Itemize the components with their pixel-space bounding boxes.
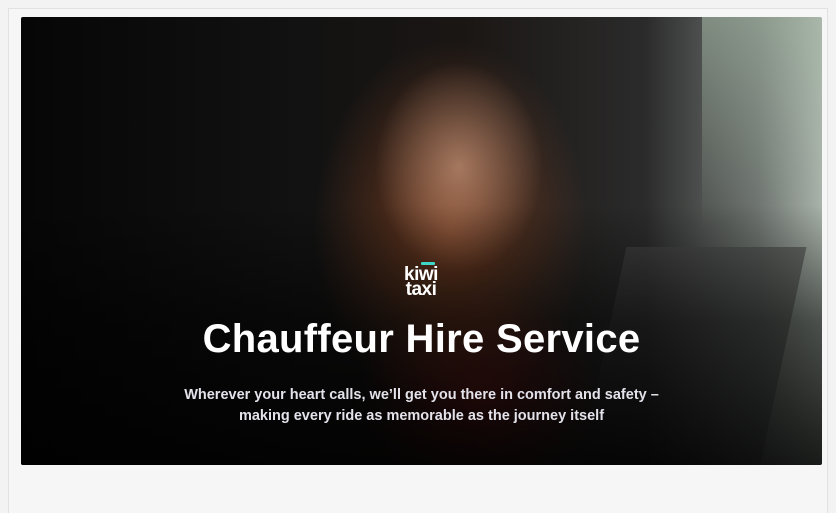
hero-subtitle-line-1: Wherever your heart calls, we’ll get you… bbox=[184, 387, 659, 403]
kiwitaxi-logo[interactable]: kiwi taxi bbox=[399, 262, 443, 299]
hero-subtitle-line-2: making every ride as memorable as the jo… bbox=[238, 408, 605, 424]
hero-banner: kiwi taxi Chauffeur Hire Service Whereve… bbox=[21, 17, 822, 465]
hero-subtitle: Wherever your heart calls, we’ll get you… bbox=[21, 385, 822, 427]
hero-title: Chauffeur Hire Service bbox=[202, 317, 641, 361]
